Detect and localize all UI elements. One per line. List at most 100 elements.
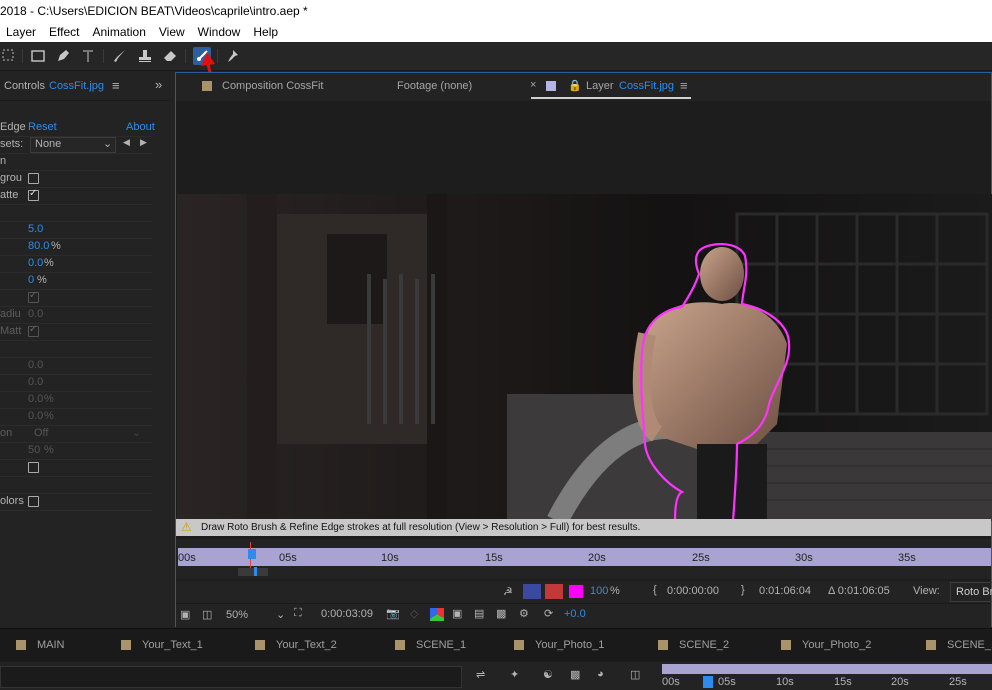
frame-blending-icon[interactable]: ▩ [570,668,580,681]
exposure-value[interactable]: +0.0 [564,608,586,620]
monitor-icon[interactable]: ◫ [202,608,212,621]
clone-stamp-tool-icon[interactable] [136,47,154,65]
zoom-dropdown[interactable]: 50% ⌄ [222,607,286,623]
tab-footage[interactable]: Footage (none) [397,80,472,92]
presets-dropdown[interactable]: None ⌄ [30,137,116,153]
effect-header-row: Edge Reset About [0,120,155,137]
timeline-tab[interactable]: SCENE_1 [416,639,466,651]
menu-view[interactable]: View [159,22,185,42]
motion-blur-icon[interactable]: ◕ [597,668,604,680]
panel-menu-icon[interactable]: ≡ [680,78,688,93]
effect-row [0,477,152,494]
effect-controls-header: Controls CossFit.jpg ≡ » [0,72,170,101]
tab-composition[interactable]: Composition CossFit [222,80,323,92]
timeline-search-input[interactable] [0,666,462,688]
eraser-tool-icon[interactable] [161,47,179,65]
next-preset-icon[interactable]: ▶ [140,137,147,148]
exposure-icon[interactable]: ⟳ [544,607,553,620]
effect-row: 80.0% [0,239,152,256]
red-overlay-icon[interactable] [545,584,563,599]
duration: Δ 0:01:06:05 [828,585,890,597]
rectangle-tool-icon[interactable] [29,47,47,65]
in-point-icon[interactable]: { [653,584,657,596]
timeline-playhead-icon[interactable] [703,676,713,688]
checkbox[interactable] [28,496,39,507]
collapse-icon[interactable]: » [155,77,162,92]
draft-3d-icon[interactable]: ✦ [510,668,519,681]
timeline-tab[interactable]: SCENE_1 [947,639,992,651]
menu-window[interactable]: Window [198,22,241,42]
chevron-down-icon: ⌄ [103,138,113,150]
checkbox [28,324,39,337]
channel-icon[interactable] [430,608,444,621]
effect-row [0,460,152,477]
toggle-mask-icon[interactable]: ▣ [452,607,462,620]
reset-link[interactable]: Reset [28,121,57,133]
transparency-grid-icon[interactable]: ▤ [474,607,484,620]
fast-preview-icon[interactable]: ⚙ [519,607,529,620]
current-time[interactable]: 0:00:03:09 [321,608,373,620]
checkbox[interactable] [28,188,39,201]
show-snapshot-icon[interactable]: ◇ [410,607,418,620]
type-tool-icon[interactable] [79,47,97,65]
about-link[interactable]: About [126,121,155,133]
timeline-tab[interactable]: Your_Text_1 [142,639,203,651]
close-icon[interactable]: × [530,79,536,91]
menu-layer[interactable]: Layer [6,22,36,42]
out-point-time[interactable]: 0:01:06:04 [759,585,811,597]
prev-preset-icon[interactable]: ◀ [123,137,130,148]
window-title: 2018 - C:\Users\EDICION BEAT\Videos\capr… [0,4,308,18]
checkbox[interactable] [28,462,39,473]
timeline-tab[interactable]: Your_Photo_1 [535,639,604,651]
view-dropdown[interactable]: Roto Br [950,582,992,602]
gym-photo [177,194,992,521]
brush-tool-icon[interactable] [111,47,129,65]
reset-exposure-icon[interactable]: ▩ [496,607,506,620]
checkbox[interactable] [28,173,39,184]
graph-editor-icon[interactable]: ◫ [630,668,640,681]
shy-layers-icon[interactable]: ☯ [543,668,553,681]
region-icon[interactable]: ⛶ [294,607,302,620]
timeline-tab[interactable]: Your_Photo_2 [802,639,871,651]
always-preview-icon[interactable]: ▣ [180,608,190,621]
layer-name[interactable]: CossFit.jpg [49,80,104,92]
effect-row: 0.0 [0,375,152,392]
warning-icon: ⚠ [181,520,192,534]
comp-mini-flowchart-icon[interactable]: ⇌ [476,668,485,681]
work-area-handle[interactable] [238,568,268,576]
menu-bar: Layer Effect Animation View Window Help [0,22,992,42]
panel-menu-icon[interactable]: ≡ [112,78,120,93]
timeline-tab[interactable]: MAIN [37,639,65,651]
timeline-tab[interactable]: SCENE_2 [679,639,729,651]
effect-row [0,290,152,307]
tab-layer[interactable]: CossFit.jpg [619,80,674,92]
view-label: View: [913,585,940,597]
roto-figure-icon[interactable]: ☭ [503,585,513,598]
layer-image[interactable] [177,194,992,521]
alpha-overlay-icon[interactable] [523,584,541,599]
pen-tool-icon[interactable] [54,47,72,65]
in-point-time[interactable]: 0:00:00:00 [667,585,719,597]
chevron-down-icon: ⌄ [276,609,286,621]
work-area-bar[interactable] [662,664,992,674]
effect-row: adiu 0.0 [0,307,152,324]
lock-icon[interactable]: 🔒 [568,79,582,92]
effect-row: atte [0,188,152,205]
playhead-icon[interactable] [248,549,256,559]
selection-tool-icon[interactable] [0,47,18,65]
menu-animation[interactable]: Animation [93,22,146,42]
layer-time-ruler[interactable]: 00s 05s 10s 15s 20s 25s 30s 35s [176,539,991,579]
menu-help[interactable]: Help [253,22,278,42]
effect-row: grou [0,171,152,188]
effect-row: 0.0% [0,256,152,273]
out-point-icon[interactable]: } [741,584,745,596]
menu-effect[interactable]: Effect [49,22,79,42]
effect-row: 0% [0,273,152,290]
overlay-color-swatch[interactable] [569,585,583,598]
tab-layer-prefix[interactable]: Layer [586,80,614,92]
snapshot-icon[interactable]: 📷 [386,607,400,620]
layer-icon [546,81,556,91]
effect-row: 0.0 [0,358,152,375]
timeline-tab[interactable]: Your_Text_2 [276,639,337,651]
overlay-opacity[interactable]: 100 [590,585,608,597]
